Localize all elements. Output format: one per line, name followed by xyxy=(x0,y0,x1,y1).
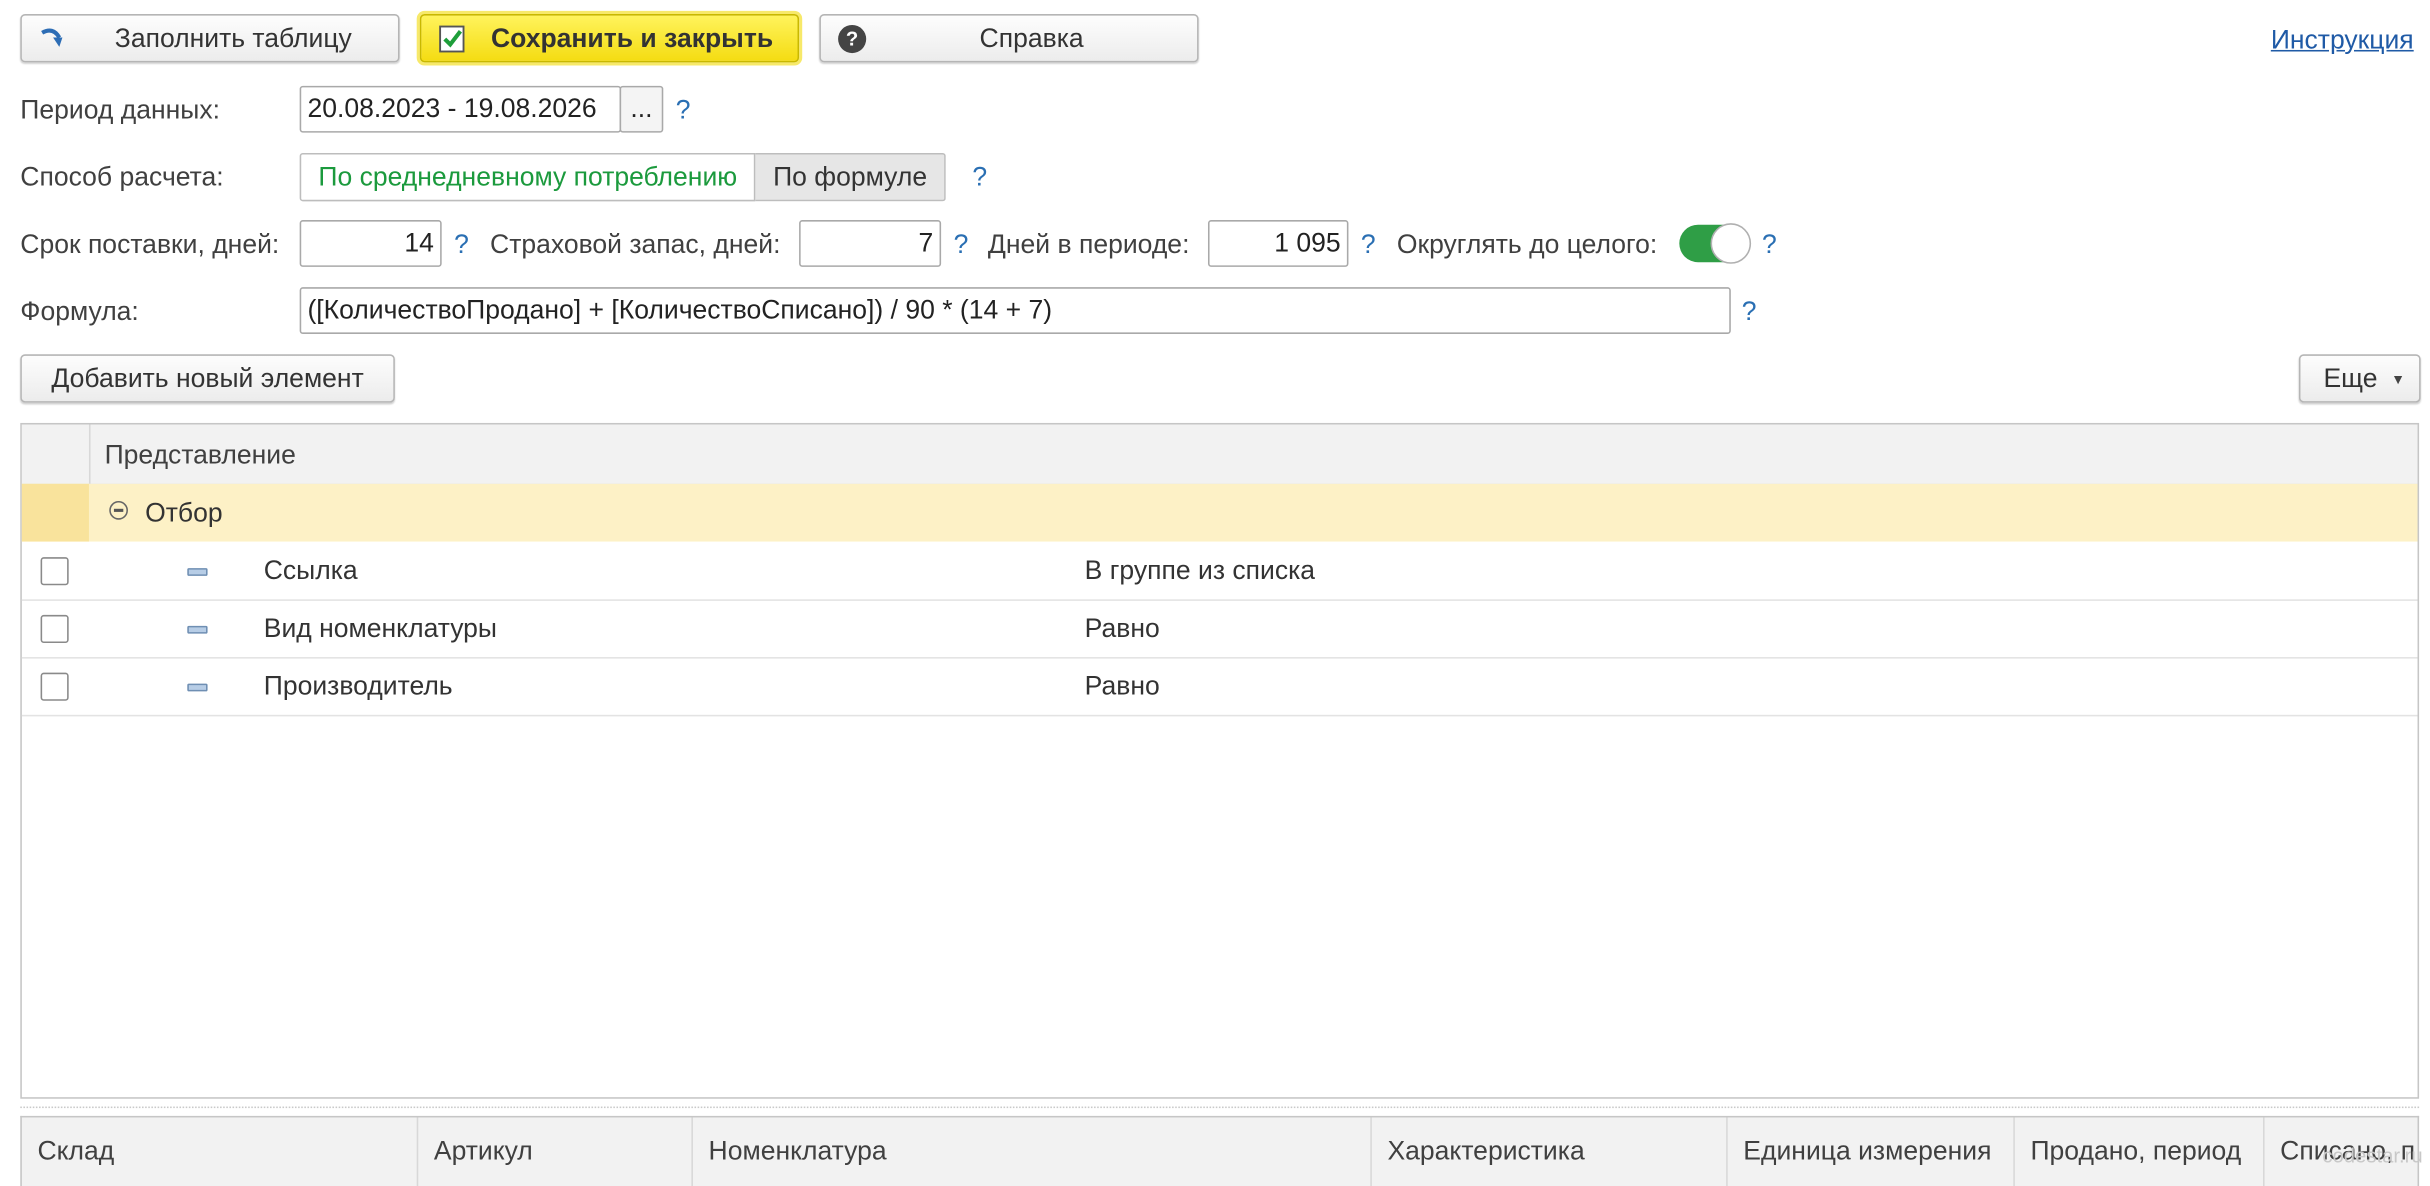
fill-table-label: Заполнить таблицу xyxy=(114,22,352,53)
more-label: Еще xyxy=(2323,362,2378,393)
splitter[interactable] xyxy=(20,1106,2420,1109)
filter-item-icon xyxy=(187,625,208,634)
row-condition: Равно xyxy=(1084,613,1160,644)
group-row-marker xyxy=(21,483,89,542)
filter-table-header: Представление xyxy=(21,424,2418,486)
calc-method-switch: По среднедневному потреблению По формуле xyxy=(299,152,946,202)
table-row[interactable]: Производитель Равно xyxy=(21,657,2418,717)
row-checkbox[interactable] xyxy=(40,614,69,644)
period-label: Период данных: xyxy=(20,95,220,125)
period-value: 20.08.2023 - 19.08.2026 xyxy=(307,93,597,124)
formula-label: Формула: xyxy=(20,296,139,327)
row-condition: Равно xyxy=(1084,671,1160,701)
group-row[interactable]: Отбор xyxy=(21,483,2418,542)
round-toggle[interactable] xyxy=(1679,223,1752,264)
lead-time-label: Срок поставки, дней: xyxy=(20,229,280,260)
save-close-button[interactable]: Сохранить и закрыть xyxy=(419,14,800,63)
period-hint[interactable]: ? xyxy=(676,95,691,126)
column-characteristic[interactable]: Характеристика xyxy=(1372,1117,1728,1186)
period-input[interactable]: 20.08.2023 - 19.08.2026 xyxy=(299,85,622,133)
row-field: Ссылка xyxy=(263,555,358,586)
filter-item-icon xyxy=(187,683,208,692)
period-select-button[interactable]: ... xyxy=(619,85,664,133)
row-field: Производитель xyxy=(263,671,453,701)
round-hint[interactable]: ? xyxy=(1762,229,1777,260)
round-toggle-knob xyxy=(1710,223,1752,264)
calc-method-hint[interactable]: ? xyxy=(972,162,987,193)
row-checkbox[interactable] xyxy=(40,672,69,701)
calc-option-formula[interactable]: По формуле xyxy=(755,152,946,202)
column-nomenclature[interactable]: Номенклатура xyxy=(693,1117,1372,1186)
add-element-label: Добавить новый элемент xyxy=(51,362,364,393)
main-table-header: Склад Артикул Номенклатура Характеристик… xyxy=(20,1115,2420,1186)
row-condition: В группе из списка xyxy=(1084,555,1316,586)
formula-value: ([КоличествоПродано] + [КоличествоСписан… xyxy=(307,294,1053,325)
column-warehouse[interactable]: Склад xyxy=(22,1117,419,1186)
header-divider xyxy=(88,424,91,484)
lead-time-value: 14 xyxy=(404,227,434,258)
instruction-link[interactable]: Инструкция xyxy=(2271,25,2414,56)
table-row[interactable]: Вид номенклатуры Равно xyxy=(21,599,2418,659)
days-in-period-label: Дней в периоде: xyxy=(987,229,1190,260)
safety-stock-label: Страховой запас, дней: xyxy=(490,229,781,260)
safety-stock-value: 7 xyxy=(918,227,934,258)
days-in-period-input[interactable]: 1 095 xyxy=(1207,220,1349,267)
help-label: Справка xyxy=(979,22,1084,53)
group-label: Отбор xyxy=(145,497,223,528)
dropdown-arrow-icon: ▼ xyxy=(2391,370,2406,387)
fill-table-button[interactable]: Заполнить таблицу xyxy=(20,14,400,63)
column-unit[interactable]: Единица измерения xyxy=(1728,1117,2015,1186)
days-in-period-value: 1 095 xyxy=(1274,227,1341,258)
filter-item-icon xyxy=(187,568,208,576)
round-label: Округлять до целого: xyxy=(1396,229,1658,260)
column-article[interactable]: Артикул xyxy=(418,1117,693,1186)
calc-option-average[interactable]: По среднедневному потреблению xyxy=(299,152,756,202)
form-window: Заполнить таблицу Сохранить и закрыть ? … xyxy=(0,0,2430,1186)
row-checkbox[interactable] xyxy=(40,557,69,586)
table-row[interactable]: Ссылка В группе из списка xyxy=(21,542,2418,601)
filter-table: Представление Отбор Ссылка В группе из с… xyxy=(20,422,2420,1099)
save-check-icon xyxy=(439,24,465,52)
formula-input[interactable]: ([КоличествоПродано] + [КоличествоСписан… xyxy=(299,287,1731,334)
safety-stock-hint[interactable]: ? xyxy=(954,229,969,260)
add-element-button[interactable]: Добавить новый элемент xyxy=(20,354,395,403)
period-select-label: ... xyxy=(630,93,653,124)
save-close-label: Сохранить и закрыть xyxy=(490,22,774,53)
column-sold[interactable]: Продано, период xyxy=(2015,1117,2265,1186)
column-representation[interactable]: Представление xyxy=(105,440,296,471)
formula-hint[interactable]: ? xyxy=(1742,297,1757,328)
lead-time-input[interactable]: 14 xyxy=(299,220,442,267)
more-button[interactable]: Еще ▼ xyxy=(2298,354,2421,403)
days-in-period-hint[interactable]: ? xyxy=(1361,229,1376,260)
watermark: codestar.ru xyxy=(2322,1143,2423,1168)
lead-time-hint[interactable]: ? xyxy=(454,229,469,260)
safety-stock-input[interactable]: 7 xyxy=(799,220,942,267)
help-circle-icon: ? xyxy=(838,24,867,53)
fill-arrow-icon xyxy=(41,27,63,47)
calc-method-label: Способ расчета: xyxy=(20,162,224,192)
row-field: Вид номенклатуры xyxy=(263,613,498,644)
help-button[interactable]: ? Справка xyxy=(819,14,1199,63)
collapse-icon[interactable] xyxy=(109,500,128,520)
